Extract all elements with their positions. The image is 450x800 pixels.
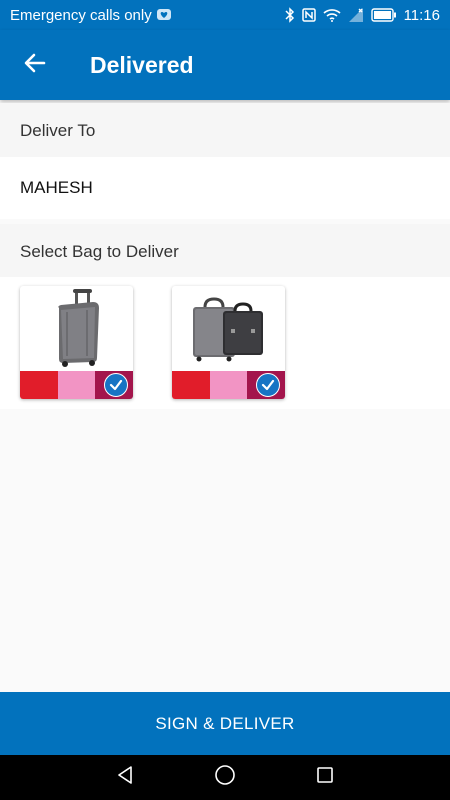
home-circle-icon: [214, 764, 236, 791]
nfc-icon: [301, 8, 316, 22]
nav-bar: [0, 755, 450, 800]
app-bar: Delivered: [0, 30, 450, 100]
color-swatch: [209, 371, 248, 399]
clock: 11:16: [403, 6, 440, 24]
back-triangle-icon: [115, 765, 135, 790]
notification-icon: [156, 8, 172, 22]
bag-card[interactable]: [172, 286, 285, 399]
check-circle-icon[interactable]: [104, 373, 128, 397]
bluetooth-icon: [285, 7, 295, 23]
battery-icon: [370, 8, 397, 22]
bag-list: [0, 277, 450, 409]
deliver-to-label: Deliver To: [0, 103, 450, 159]
carrier-text: Emergency calls only: [10, 6, 152, 24]
status-left: Emergency calls only: [10, 7, 172, 24]
recents-square-icon: [316, 766, 334, 789]
color-swatch: [172, 371, 210, 399]
status-right: 11:16: [285, 7, 440, 24]
select-bag-label: Select Bag to Deliver: [0, 224, 450, 280]
status-bar: Emergency calls only 11:16: [0, 0, 450, 30]
nav-home-button[interactable]: [195, 755, 255, 800]
check-circle-icon[interactable]: [256, 373, 280, 397]
back-button[interactable]: [0, 30, 70, 100]
sign-and-deliver-button[interactable]: SIGN & DELIVER: [0, 692, 450, 755]
arrow-left-icon: [24, 52, 46, 79]
nav-recents-button[interactable]: [295, 755, 355, 800]
color-swatch: [57, 371, 96, 399]
page-title: Delivered: [90, 51, 194, 78]
nav-back-button[interactable]: [95, 755, 155, 800]
wifi-icon: [323, 8, 341, 22]
luggage-set-image: [172, 286, 285, 370]
recipient-name[interactable]: MAHESH: [0, 157, 450, 219]
signal-icon: [348, 7, 364, 23]
rolling-suitcase-image: [20, 286, 133, 370]
color-swatch: [20, 371, 58, 399]
bag-card[interactable]: [20, 286, 133, 399]
